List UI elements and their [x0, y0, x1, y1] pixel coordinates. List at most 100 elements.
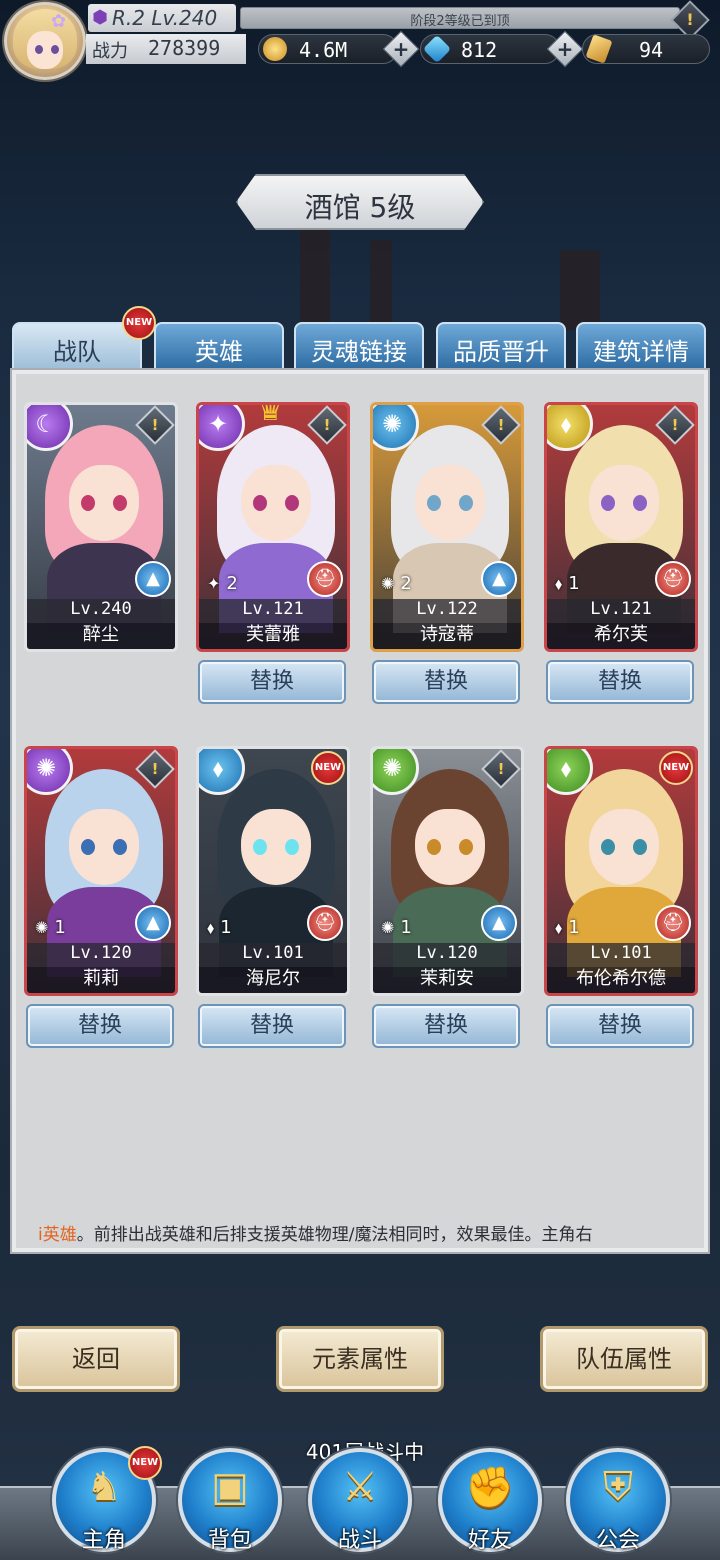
- element-mini-icon: ✦: [207, 574, 221, 593]
- soul-link-count: ✺ 1: [381, 917, 412, 941]
- soul-link-count: ✺ 1: [35, 917, 66, 941]
- crown-icon: ♛: [257, 402, 284, 428]
- hero-card[interactable]: ✺ ! ✺ 1 ▲ Lv.120 茉莉安: [370, 746, 524, 996]
- soul-link-value: 1: [54, 917, 66, 938]
- hero-name: 芙蕾雅: [199, 623, 347, 649]
- page-title: 酒馆 5级: [304, 191, 416, 224]
- hero-card[interactable]: ⬧ NEW ⬧ 1 ⛑ Lv.101 布伦希尔德: [544, 746, 698, 996]
- element-mini-icon: ⬧: [555, 918, 563, 937]
- mage-hat-icon: ▲: [135, 561, 171, 597]
- hero-card[interactable]: ✺ ! ✺ 2 ▲ Lv.122 诗寇蒂: [370, 402, 524, 652]
- swap-label: 替换: [423, 1013, 468, 1038]
- tab-soul-link[interactable]: 灵魂链接: [294, 322, 424, 370]
- hero-level: Lv.120: [373, 943, 521, 967]
- hero-card[interactable]: ✦ ♛ ! ✦ 2 ⛑ Lv.121 芙蕾雅: [196, 402, 350, 652]
- power-label: 战力: [92, 41, 128, 62]
- swap-button[interactable]: 替换: [372, 660, 520, 704]
- ticket-value: 94: [639, 38, 664, 62]
- swap-button[interactable]: 替换: [372, 1004, 520, 1048]
- warrior-helmet-icon: ⛑: [307, 561, 343, 597]
- mage-hat-icon: ▲: [135, 905, 171, 941]
- nav-guild[interactable]: ⛨ 公会: [566, 1448, 670, 1553]
- power-value: 278399: [148, 36, 221, 60]
- hero-card[interactable]: ☾ ! ▲ Lv.240 醉尘: [24, 402, 178, 652]
- ticket-counter: 94: [582, 34, 710, 64]
- element-mini-icon: ⬧: [207, 918, 215, 937]
- tab-label: 战队: [53, 338, 101, 366]
- nav-label: 好友: [467, 1528, 512, 1553]
- element-mini-icon: ✺: [35, 918, 49, 937]
- soul-link-value: 1: [220, 917, 232, 938]
- mage-hat-icon: ▲: [481, 905, 517, 941]
- tab-quality-upgrade[interactable]: 品质晋升: [436, 322, 566, 370]
- hint-highlight: i英雄: [38, 1225, 77, 1245]
- tab-label: 灵魂链接: [311, 338, 407, 366]
- tab-label: 品质晋升: [453, 338, 549, 366]
- swap-button[interactable]: 替换: [198, 660, 346, 704]
- tab-heroes[interactable]: 英雄: [154, 322, 284, 370]
- back-button[interactable]: 返回: [12, 1326, 180, 1392]
- hero-level: Lv.120: [27, 943, 175, 967]
- tab-building-details[interactable]: 建筑详情: [576, 322, 706, 370]
- background-castle: [560, 250, 600, 330]
- soul-link-value: 1: [568, 573, 580, 594]
- nav-label: 背包: [207, 1528, 252, 1553]
- gold-value: 4.6M: [299, 38, 348, 62]
- nav-friends[interactable]: ✊ 好友: [438, 1448, 542, 1553]
- hero-name: 茉莉安: [373, 967, 521, 993]
- nav-label: 公会: [595, 1528, 640, 1553]
- hero-level: Lv.121: [547, 599, 695, 623]
- new-badge: NEW: [122, 306, 156, 340]
- rank-icon: ⬢: [92, 7, 108, 28]
- handshake-icon: ✊: [465, 1465, 515, 1511]
- tab-label: 建筑详情: [593, 338, 689, 366]
- nav-label: 主角: [81, 1528, 126, 1553]
- hero-card[interactable]: ✺ ! ✺ 1 ▲ Lv.120 莉莉: [24, 746, 178, 996]
- hero-card[interactable]: ⬧ NEW ⬧ 1 ⛑ Lv.101 海尼尔: [196, 746, 350, 996]
- element-mini-icon: ⬧: [555, 574, 563, 593]
- gem-value: 812: [461, 38, 498, 62]
- soul-link-count: ⬧ 1: [555, 573, 580, 597]
- swap-button[interactable]: 替换: [198, 1004, 346, 1048]
- new-badge: NEW: [659, 751, 693, 785]
- element-mini-icon: ✺: [381, 918, 395, 937]
- warrior-helmet-icon: ⛑: [655, 561, 691, 597]
- nav-battle[interactable]: ⚔ 战斗: [308, 1448, 412, 1553]
- hero-level: Lv.121: [199, 599, 347, 623]
- soul-link-count: ✺ 2: [381, 573, 412, 597]
- hero-level: Lv.101: [547, 943, 695, 967]
- soul-link-value: 2: [400, 573, 412, 594]
- swap-label: 替换: [77, 1013, 122, 1038]
- exp-bar: 阶段2等级已到顶: [240, 7, 680, 29]
- swap-button[interactable]: 替换: [26, 1004, 174, 1048]
- swap-label: 替换: [249, 669, 294, 694]
- hero-name: 希尔芙: [547, 623, 695, 649]
- soul-link-value: 1: [568, 917, 580, 938]
- power-display: 战力 278399: [86, 34, 246, 64]
- player-avatar[interactable]: ✿: [4, 2, 86, 80]
- element-mini-icon: ✺: [381, 574, 395, 593]
- gem-counter: 812: [420, 34, 560, 64]
- hero-name: 布伦希尔德: [547, 967, 695, 993]
- swap-button[interactable]: 替换: [546, 660, 694, 704]
- team-attributes-button[interactable]: 队伍属性: [540, 1326, 708, 1392]
- swap-label: 替换: [597, 669, 642, 694]
- nav-backpack[interactable]: ▣ 背包: [178, 1448, 282, 1553]
- hero-name: 诗寇蒂: [373, 623, 521, 649]
- element-attributes-button[interactable]: 元素属性: [276, 1326, 444, 1392]
- new-badge: NEW: [311, 751, 345, 785]
- exp-text: 阶段2等级已到顶: [410, 14, 510, 29]
- building-title-plaque: 酒馆 5级: [236, 174, 484, 230]
- swap-button[interactable]: 替换: [546, 1004, 694, 1048]
- hero-card[interactable]: ⬧ ! ⬧ 1 ⛑ Lv.121 希尔芙: [544, 402, 698, 652]
- level-text: R.2 Lv.240: [112, 6, 218, 30]
- background-castle: [370, 240, 392, 330]
- backpack-icon: ▣: [211, 1464, 249, 1510]
- soul-link-value: 2: [226, 573, 238, 594]
- gold-counter: 4.6M: [258, 34, 398, 64]
- hero-level: Lv.101: [199, 943, 347, 967]
- element-attributes-label: 元素属性: [312, 1345, 408, 1373]
- guild-shield-icon: ⛨: [603, 1464, 633, 1510]
- team-attributes-label: 队伍属性: [576, 1345, 672, 1373]
- swap-label: 替换: [597, 1013, 642, 1038]
